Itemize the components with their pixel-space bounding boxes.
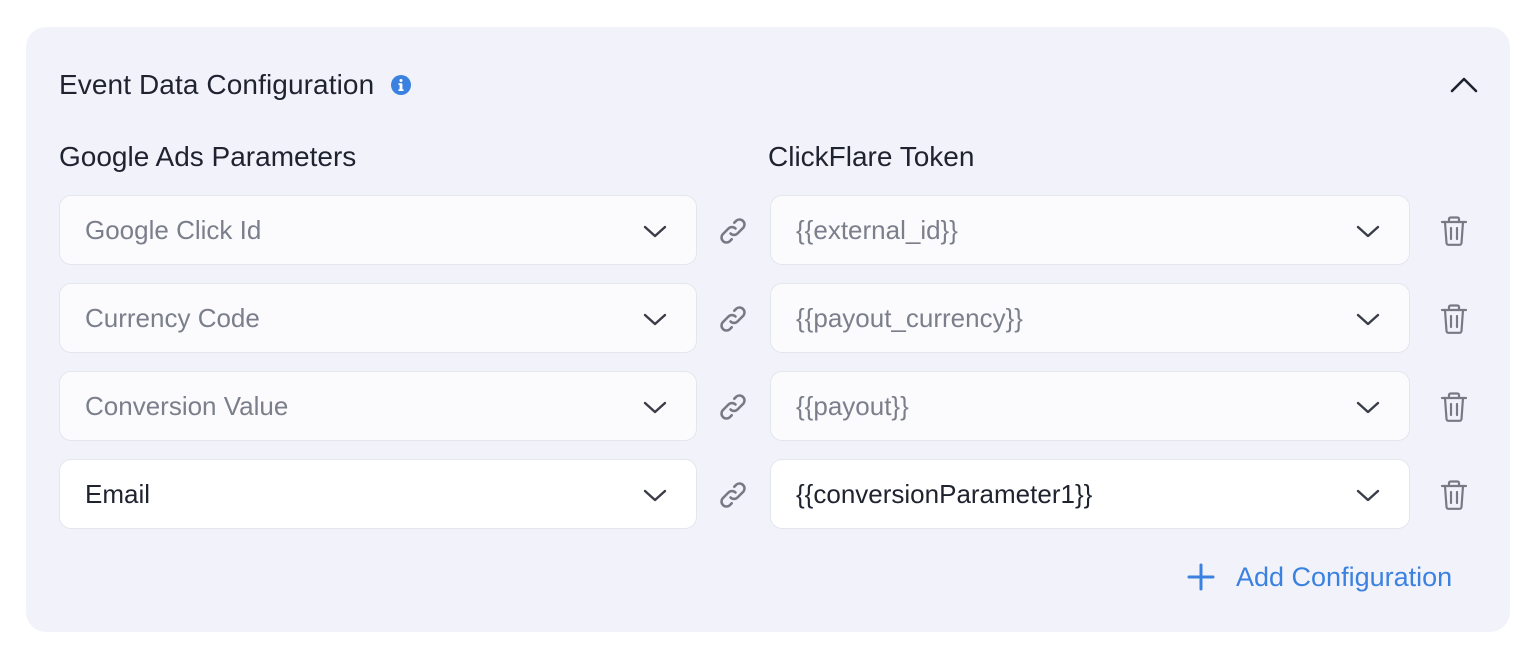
mapping-row: Currency Code {{payout_currency}}	[59, 283, 1479, 355]
panel-header: Event Data Configuration	[59, 65, 412, 105]
google-ads-parameter-select[interactable]: Currency Code	[59, 283, 697, 353]
chevron-down-icon	[643, 313, 667, 326]
parameter-value: Conversion Value	[85, 390, 289, 421]
token-value: {{payout}}	[796, 390, 909, 421]
event-data-configuration-panel: Event Data Configuration Google Ads Para…	[26, 27, 1510, 632]
mapping-row: Email {{conversionParameter1}}	[59, 459, 1479, 531]
chevron-down-icon	[643, 401, 667, 414]
clickflare-token-select[interactable]: {{external_id}}	[770, 195, 1410, 265]
plus-icon	[1187, 563, 1215, 591]
google-ads-parameters-header: Google Ads Parameters	[59, 141, 357, 172]
chevron-down-icon	[643, 489, 667, 502]
parameter-value: Currency Code	[85, 302, 260, 333]
trash-icon[interactable]	[1439, 391, 1469, 423]
add-configuration-label: Add Configuration	[1236, 561, 1453, 592]
clickflare-token-select[interactable]: {{payout_currency}}	[770, 283, 1410, 353]
google-ads-parameter-select[interactable]: Email	[59, 459, 697, 529]
panel-title: Event Data Configuration	[59, 69, 375, 100]
chevron-down-icon	[643, 225, 667, 238]
chevron-down-icon	[1356, 225, 1380, 238]
parameter-value: Google Click Id	[85, 214, 262, 245]
clickflare-token-select[interactable]: {{payout}}	[770, 371, 1410, 441]
trash-icon[interactable]	[1439, 303, 1469, 335]
chevron-up-icon	[1450, 77, 1478, 93]
token-value: {{payout_currency}}	[796, 302, 1023, 333]
clickflare-token-select[interactable]: {{conversionParameter1}}	[770, 459, 1410, 529]
google-ads-parameter-select[interactable]: Google Click Id	[59, 195, 697, 265]
info-circle-icon[interactable]	[390, 74, 412, 96]
google-ads-parameter-select[interactable]: Conversion Value	[59, 371, 697, 441]
chevron-down-icon	[1356, 489, 1380, 502]
trash-icon[interactable]	[1439, 215, 1469, 247]
trash-icon[interactable]	[1439, 479, 1469, 511]
token-value: {{external_id}}	[796, 214, 958, 245]
add-configuration-button[interactable]: Add Configuration	[1186, 557, 1452, 597]
collapse-button[interactable]	[1444, 65, 1484, 105]
mapping-row: Conversion Value {{payout}}	[59, 371, 1479, 443]
link-icon	[720, 306, 746, 332]
link-icon	[720, 394, 746, 420]
link-icon	[720, 482, 746, 508]
parameter-value: Email	[85, 478, 151, 509]
mapping-row: Google Click Id {{external_id}}	[59, 195, 1479, 267]
chevron-down-icon	[1356, 313, 1380, 326]
chevron-down-icon	[1356, 401, 1380, 414]
token-value: {{conversionParameter1}}	[796, 478, 1093, 509]
clickflare-token-header: ClickFlare Token	[768, 141, 975, 172]
link-icon	[720, 218, 746, 244]
